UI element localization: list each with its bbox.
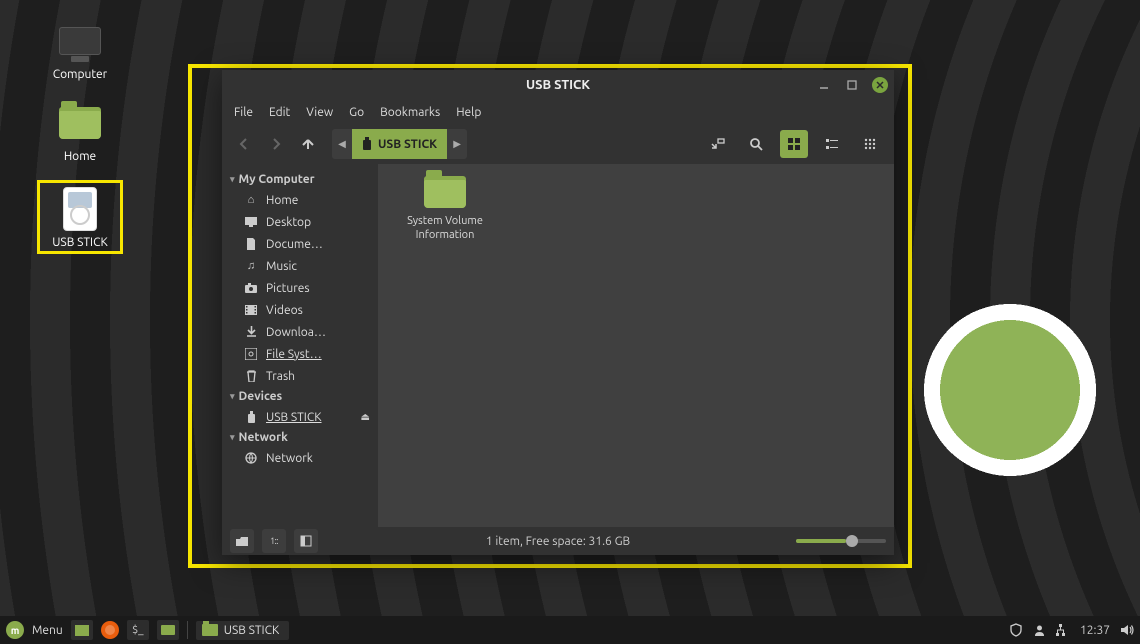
- path-segment-usb[interactable]: USB STICK: [352, 129, 447, 159]
- desktop-icon: [244, 215, 258, 229]
- sidebar-item-pictures[interactable]: Pictures: [222, 277, 378, 299]
- path-bar: ◀ USB STICK ▶: [332, 129, 467, 159]
- file-label: System Volume Information: [390, 214, 500, 243]
- download-icon: [244, 325, 258, 339]
- globe-icon: [244, 451, 258, 465]
- status-text: 1 item, Free space: 31.6 GB: [486, 535, 630, 548]
- folder-icon: [424, 176, 466, 208]
- folder-system-volume-information[interactable]: System Volume Information: [390, 176, 500, 243]
- sidebar-item-home[interactable]: ⌂Home: [222, 189, 378, 211]
- search-button[interactable]: [742, 130, 770, 158]
- panel: m Menu $_ USB STICK 12:37: [0, 616, 1140, 644]
- menu-view[interactable]: View: [306, 106, 333, 119]
- taskbar-item-usb-stick[interactable]: USB STICK: [196, 621, 290, 640]
- eject-button[interactable]: ⏏: [361, 411, 370, 423]
- toolbar: ◀ USB STICK ▶: [222, 124, 894, 164]
- menubar: File Edit View Go Bookmarks Help: [222, 100, 894, 124]
- close-button[interactable]: [872, 77, 888, 93]
- view-list-button[interactable]: [818, 130, 846, 158]
- film-icon: [244, 303, 258, 317]
- disk-icon: [244, 347, 258, 361]
- sidebar-item-filesystem[interactable]: File Syst…: [222, 343, 378, 365]
- taskbar-item-label: USB STICK: [224, 624, 280, 637]
- desktop-icon-label: Computer: [35, 68, 125, 81]
- camera-icon: [244, 281, 258, 295]
- music-icon: ♫: [244, 259, 258, 273]
- folder-icon: [59, 107, 101, 139]
- close-sidebar-button[interactable]: [294, 529, 318, 553]
- home-icon: ⌂: [244, 193, 258, 207]
- sidebar-heading-my-computer[interactable]: My Computer: [222, 170, 378, 189]
- sidebar: My Computer ⌂Home Desktop Docume… ♫Music…: [222, 164, 378, 527]
- desktop-icon-computer[interactable]: Computer: [35, 18, 125, 81]
- desktop[interactable]: Computer Home USB STICK USB STICK File E…: [0, 0, 1140, 644]
- desktop-icon-label: USB STICK: [35, 236, 125, 249]
- path-next-button[interactable]: ▶: [447, 138, 467, 150]
- maximize-button[interactable]: [844, 77, 860, 93]
- show-desktop-button[interactable]: [71, 620, 93, 640]
- titlebar[interactable]: USB STICK: [222, 70, 894, 100]
- view-compact-button[interactable]: [856, 130, 884, 158]
- desktop-icon-label: Home: [35, 150, 125, 163]
- nav-back-button[interactable]: [232, 132, 256, 156]
- menu-edit[interactable]: Edit: [269, 106, 290, 119]
- sidebar-item-trash[interactable]: Trash: [222, 365, 378, 387]
- sidebar-item-network[interactable]: Network: [222, 447, 378, 469]
- menu-bookmarks[interactable]: Bookmarks: [380, 106, 440, 119]
- usb-device-icon: [63, 187, 97, 231]
- path-prev-button[interactable]: ◀: [332, 138, 352, 150]
- sidebar-heading-network[interactable]: Network: [222, 428, 378, 447]
- tray-clock[interactable]: 12:37: [1080, 624, 1110, 637]
- tray-volume-icon[interactable]: [1120, 624, 1134, 636]
- monitor-icon: [59, 27, 101, 55]
- document-icon: [244, 237, 258, 251]
- sidebar-heading-devices[interactable]: Devices: [222, 387, 378, 406]
- show-treeview-button[interactable]: 1::: [262, 529, 286, 553]
- path-segment-label: USB STICK: [378, 138, 437, 151]
- menu-go[interactable]: Go: [349, 106, 364, 119]
- sidebar-item-desktop[interactable]: Desktop: [222, 211, 378, 233]
- desktop-icon-usb-stick[interactable]: USB STICK: [35, 186, 125, 249]
- tray-user-icon[interactable]: [1033, 624, 1046, 637]
- terminal-launcher[interactable]: $_: [127, 620, 149, 640]
- statusbar: 1:: 1 item, Free space: 31.6 GB: [222, 527, 894, 555]
- tray-shield-icon[interactable]: [1009, 623, 1023, 637]
- menu-file[interactable]: File: [234, 106, 253, 119]
- files-launcher[interactable]: [157, 620, 179, 640]
- usb-icon: [362, 137, 372, 151]
- window-title: USB STICK: [526, 78, 590, 92]
- desktop-icon-home[interactable]: Home: [35, 100, 125, 163]
- tray-network-icon[interactable]: [1056, 624, 1070, 637]
- system-tray: 12:37: [1009, 623, 1134, 637]
- sidebar-item-downloads[interactable]: Downloa…: [222, 321, 378, 343]
- menu-button-label[interactable]: Menu: [32, 624, 63, 637]
- file-manager-window: USB STICK File Edit View Go Bookmarks He…: [222, 70, 894, 555]
- nav-forward-button[interactable]: [264, 132, 288, 156]
- sidebar-item-documents[interactable]: Docume…: [222, 233, 378, 255]
- folder-icon: [202, 624, 218, 636]
- mint-menu-icon[interactable]: m: [6, 621, 24, 639]
- minimize-button[interactable]: [816, 77, 832, 93]
- content-pane[interactable]: System Volume Information: [378, 164, 894, 527]
- show-places-button[interactable]: [230, 529, 254, 553]
- sidebar-item-music[interactable]: ♫Music: [222, 255, 378, 277]
- menu-help[interactable]: Help: [456, 106, 481, 119]
- nav-up-button[interactable]: [296, 132, 320, 156]
- firefox-launcher[interactable]: [101, 621, 119, 639]
- zoom-slider[interactable]: [796, 539, 886, 543]
- sidebar-item-usb-stick[interactable]: USB STICK⏏: [222, 406, 378, 428]
- trash-icon: [244, 369, 258, 383]
- toggle-location-button[interactable]: [704, 130, 732, 158]
- sidebar-item-videos[interactable]: Videos: [222, 299, 378, 321]
- panel-separator: [187, 621, 188, 639]
- view-icons-button[interactable]: [780, 130, 808, 158]
- usb-icon: [244, 410, 258, 424]
